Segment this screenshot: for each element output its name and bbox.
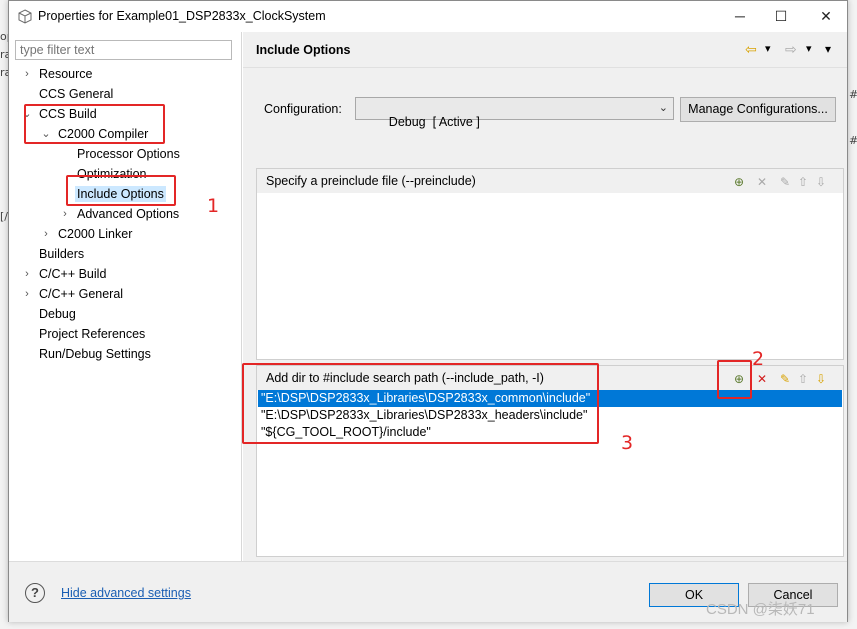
tree-item-resource[interactable]: Resource [39,64,93,84]
close-button[interactable]: ✕ [808,5,844,29]
property-page: Include Options ⇦ ▾ ⇨ ▾ ▾ Configuration:… [243,32,847,561]
tree-item-label: Processor Options [77,147,180,161]
add-icon[interactable]: ⊕ [731,173,747,189]
view-menu-icon[interactable]: ▾ [825,41,831,57]
preinclude-title: Specify a preinclude file (--preinclude) [266,174,476,188]
watermark: CSDN @柒妖71 [706,601,815,618]
move-up-icon[interactable]: ⇧ [795,370,811,386]
project-icon [18,9,32,24]
tree-item-c2000-linker[interactable]: C2000 Linker [58,224,132,244]
expand-arrow-icon[interactable]: › [21,64,33,84]
annotation-label: 2 [752,348,765,370]
panel-header: Specify a preinclude file (--preinclude)… [257,169,843,193]
configuration-row: Configuration: Debug [ Active ] ⌄ Manage… [243,87,847,129]
delete-icon[interactable]: ✕ [754,173,770,189]
tree-item-label: C/C++ General [39,287,124,301]
minimize-button[interactable]: ─ [722,5,758,29]
title-bar: Properties for Example01_DSP2833x_ClockS… [9,1,847,32]
tree-item-label: Resource [39,67,93,81]
tree-item-ccs-general[interactable]: CCS General [39,84,113,104]
annotation-box-include-options [66,175,176,206]
window-title: Properties for Example01_DSP2833x_ClockS… [38,9,326,23]
background-text: [/ [0,210,8,223]
back-arrow-icon[interactable]: ⇦ [745,41,757,57]
annotation-box-include-paths [242,363,599,444]
tree-item-label: Advanced Options [77,207,180,221]
expand-arrow-icon[interactable]: › [59,204,71,224]
configuration-label: Configuration: [264,102,342,116]
properties-dialog: Properties for Example01_DSP2833x_ClockS… [8,0,848,622]
annotation-label: 1 [207,195,220,217]
forward-arrow-icon[interactable]: ⇨ [785,41,797,57]
configuration-select[interactable]: Debug [ Active ] ⌄ [355,97,674,129]
tree-item-cc-general[interactable]: C/C++ General [39,284,123,304]
edit-icon[interactable]: ✎ [777,370,793,386]
move-down-icon[interactable]: ⇩ [813,173,829,189]
tree-item-debug[interactable]: Debug [39,304,76,324]
preinclude-panel: Specify a preinclude file (--preinclude)… [256,168,844,360]
help-icon[interactable]: ? [25,583,45,603]
expand-arrow-icon[interactable]: › [21,284,33,304]
annotation-box-ccs-build [24,104,165,144]
tree-item-label: Debug [39,307,76,321]
tree-item-processor-options[interactable]: Processor Options [77,144,180,164]
tree-item-builders[interactable]: Builders [39,244,84,264]
filter-input[interactable] [15,40,232,60]
tree-item-label: C2000 Linker [58,227,133,241]
tree-item-advanced-options[interactable]: Advanced Options [77,204,179,224]
hide-advanced-settings-link[interactable]: Hide advanced settings [61,586,191,600]
background-text: # [849,134,857,147]
background-text: # [849,88,857,101]
expand-arrow-icon[interactable]: › [40,224,52,244]
page-title: Include Options [256,43,351,57]
tree-item-label: CCS General [39,87,114,101]
tree-item-run-debug-settings[interactable]: Run/Debug Settings [39,344,151,364]
forward-menu-chevron-icon[interactable]: ▾ [806,41,812,57]
move-down-icon[interactable]: ⇩ [813,370,829,386]
tree-item-label: Builders [39,247,85,261]
annotation-box-add-button [717,360,752,399]
configuration-value: Debug [ Active ] [388,115,480,129]
tree-item-label: C/C++ Build [39,267,107,281]
tree-item-cc-build[interactable]: C/C++ Build [39,264,106,284]
page-header: Include Options ⇦ ▾ ⇨ ▾ ▾ [243,32,847,68]
chevron-down-icon: ⌄ [658,102,668,114]
maximize-button[interactable]: ☐ [763,5,799,29]
manage-configurations-button[interactable]: Manage Configurations... [680,97,836,122]
back-menu-chevron-icon[interactable]: ▾ [765,41,771,57]
edit-icon[interactable]: ✎ [777,173,793,189]
tree-item-project-references[interactable]: Project References [39,324,145,344]
move-up-icon[interactable]: ⇧ [795,173,811,189]
expand-arrow-icon[interactable]: › [21,264,33,284]
tree-item-label: Run/Debug Settings [39,347,151,361]
annotation-label: 3 [621,432,634,454]
tree-item-label: Project References [39,327,146,341]
delete-icon[interactable]: ✕ [754,370,770,386]
